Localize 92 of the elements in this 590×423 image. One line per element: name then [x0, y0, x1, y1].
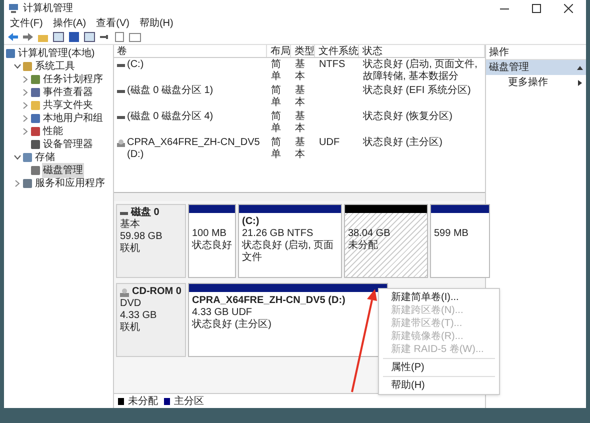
volume-icon [117, 61, 125, 67]
context-menu-item[interactable]: 帮助(H) [379, 379, 499, 392]
partition-size: 100 MB [192, 228, 228, 240]
partition-size: 38.04 GB [348, 228, 392, 240]
disk-info: 基本 [120, 219, 141, 231]
table-cell: 状态良好 (EFI 系统分区) [363, 85, 471, 97]
partition-size: 599 MB [434, 228, 470, 240]
legend-label: 未分配 [128, 394, 158, 408]
disk-name: 磁盘 0 [131, 207, 160, 218]
column-header[interactable]: 文件系统 [315, 45, 360, 57]
partition-title: CPRA_X64FRE_ZH-CN_DV5 (D:) [192, 295, 346, 307]
table-cell: (磁盘 0 磁盘分区 4) [127, 111, 214, 123]
disk-info: DVD [120, 298, 142, 310]
tree-item[interactable]: 性能 [42, 124, 64, 139]
collapsed-chevron-icon[interactable] [22, 115, 29, 122]
table-cell-text: 基本 [295, 59, 306, 83]
volume-icon [117, 113, 125, 119]
window-title: 计算机管理 [23, 2, 73, 16]
disk-name: CD-ROM 0 [132, 286, 182, 298]
tree-item[interactable]: 系统工具 [34, 59, 76, 74]
cd-drive-icon [117, 139, 125, 147]
legend-label: 主分区 [174, 394, 204, 408]
table-cell-text: 状态良好 (启动, 页面文件, 故障转储, 基本数据分 [363, 59, 478, 83]
table-cell-text: 基本 [295, 137, 306, 161]
partition-status: 状态良好 (主分区) [192, 319, 272, 331]
partition-header-bar [189, 205, 235, 213]
column-header[interactable]: 卷 [114, 45, 268, 57]
collapsed-chevron-icon[interactable] [22, 102, 29, 109]
table-cell: (磁盘 0 磁盘分区 1) [127, 85, 214, 97]
disk-info: 联机 [120, 243, 141, 255]
tree-item[interactable]: 任务计划程序 [42, 72, 104, 87]
partition-title: (C:) [242, 216, 260, 228]
table-cell-text: 简单 [271, 59, 282, 83]
partition-header-bar [431, 205, 489, 213]
disk-info: 联机 [120, 322, 141, 334]
tree-item[interactable]: 存储 [34, 150, 56, 165]
collapsed-chevron-icon[interactable] [22, 89, 29, 96]
partition-size: 4.33 GB UDF [192, 307, 254, 318]
document-icon[interactable] [115, 32, 124, 42]
forward-arrow-icon[interactable] [23, 33, 33, 41]
panel-icon[interactable] [53, 32, 64, 42]
collapsed-chevron-icon[interactable] [22, 76, 29, 83]
partition-block[interactable]: CPRA_X64FRE_ZH-CN_DV5 (D:) 4.33 GB UDF 状态良好 (主分区) [188, 283, 388, 357]
table-cell-text: 简单 [271, 137, 282, 161]
collapsed-chevron-icon[interactable] [22, 128, 29, 135]
table-cell-text: 基本 [295, 85, 306, 109]
partition-size: 21.26 GB NTFS [242, 228, 314, 240]
cd-drive-icon [120, 288, 129, 296]
collapse-icon[interactable] [577, 66, 583, 70]
table-cell-text: 基本 [295, 111, 306, 135]
menu-item[interactable]: 查看(V) [96, 16, 130, 30]
actions-section[interactable]: 磁盘管理 [486, 60, 586, 75]
disk-info: 4.33 GB [120, 310, 158, 322]
action-item[interactable]: 更多操作 [486, 75, 586, 90]
disk-info: 59.98 GB [120, 231, 164, 242]
partition-block[interactable]: 100 MB 状态良好 [188, 204, 236, 278]
tree-item[interactable]: 本地用户和组 [42, 111, 104, 126]
tree-item[interactable]: 共享文件夹 [42, 98, 94, 113]
table-cell-text: 简单 [271, 111, 282, 135]
tree-item[interactable]: 设备管理器 [42, 137, 94, 152]
tree-item[interactable]: 事件查看器 [42, 85, 94, 100]
table-cell: UDF [319, 137, 340, 149]
tree-item[interactable]: 服务和应用程序 [34, 176, 106, 191]
back-arrow-icon[interactable] [8, 33, 18, 41]
table-cell: NTFS [319, 59, 346, 71]
tree-item[interactable]: 计算机管理(本地) [17, 46, 96, 61]
partition-status: 状态良好 [192, 240, 232, 252]
volume-icon [117, 87, 125, 93]
tree-item[interactable]: 磁盘管理 [42, 163, 84, 178]
table-cell-text: 简单 [271, 85, 282, 109]
context-menu-item[interactable]: 属性(P) [379, 361, 499, 374]
partition-block[interactable]: 599 MB [430, 204, 490, 278]
table-cell: 状态良好 (恢复分区) [363, 111, 452, 123]
partition-status: 未分配 [348, 240, 379, 252]
table-cell: (C:) [127, 59, 144, 71]
collapsed-chevron-icon[interactable] [14, 180, 21, 187]
expanded-chevron-icon[interactable] [14, 155, 21, 160]
expanded-chevron-icon[interactable] [14, 64, 21, 69]
table-cell-text: CPRA_X64FRE_ZH-CN_DV5 (D:) [127, 137, 261, 161]
window-icon[interactable] [129, 32, 141, 42]
column-header[interactable]: 状态 [359, 45, 485, 57]
column-header[interactable]: 类型 [291, 45, 316, 57]
partition-block[interactable]: (C:) 21.26 GB NTFS 状态良好 (启动, 页面文件 [238, 204, 342, 278]
menu-item[interactable]: 帮助(H) [139, 16, 174, 30]
submenu-arrow-icon [578, 80, 582, 86]
menu-item[interactable]: 文件(F) [10, 16, 43, 30]
table-cell: 状态良好 (主分区) [363, 137, 442, 149]
partition-block[interactable]: 38.04 GB 未分配 [344, 204, 428, 278]
partition-status: 状态良好 (启动, 页面文件 [242, 240, 335, 264]
menu-item[interactable]: 操作(A) [52, 16, 86, 30]
panel-icon[interactable] [84, 32, 95, 42]
column-header[interactable]: 布局 [267, 45, 292, 57]
